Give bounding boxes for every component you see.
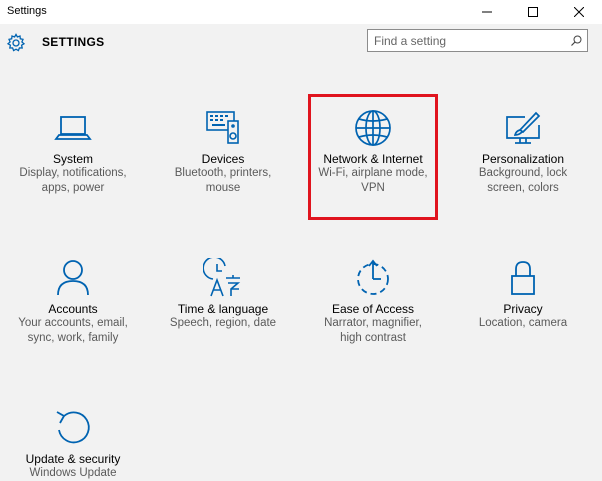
maximize-icon <box>528 7 538 17</box>
tile-label: Personalization <box>481 152 565 166</box>
close-button[interactable] <box>556 0 602 24</box>
tile-description: Speech, region, date <box>169 317 277 329</box>
tile-description: mouse <box>205 182 241 194</box>
tile-description: Windows Update <box>29 467 117 479</box>
tile-privacy[interactable]: Privacy Location, camera <box>450 258 596 331</box>
tile-accounts[interactable]: Accounts Your accounts, email, sync, wor… <box>0 258 146 346</box>
time-language-icon <box>203 258 241 297</box>
tile-description: sync, work, family <box>27 332 119 344</box>
tile-label: Devices <box>201 152 245 166</box>
tile-description: Location, camera <box>478 317 568 329</box>
tile-label: Privacy <box>503 302 543 316</box>
page-title: SETTINGS <box>42 35 105 49</box>
tile-description: apps, power <box>41 182 105 194</box>
minimize-button[interactable] <box>464 0 510 24</box>
maximize-button[interactable] <box>510 0 556 24</box>
laptop-icon <box>54 116 92 140</box>
window-title: Settings <box>7 5 47 17</box>
minimize-icon <box>482 11 492 13</box>
tile-description: Display, notifications, <box>19 167 127 179</box>
search-icon[interactable] <box>571 35 582 46</box>
person-icon <box>57 260 89 296</box>
title-bar: Settings <box>0 0 602 24</box>
tile-ease-of-access[interactable]: Ease of Access Narrator, magnifier, high… <box>300 258 446 346</box>
tile-description: high contrast <box>340 332 406 344</box>
tile-time-language[interactable]: Time & language Speech, region, date <box>150 258 296 331</box>
tile-description: Background, lock <box>478 167 568 179</box>
gear-icon <box>6 33 26 52</box>
highlight-box <box>308 94 438 220</box>
tile-description: Bluetooth, printers, <box>174 167 272 179</box>
tile-label: System <box>52 152 93 166</box>
tile-label: Accounts <box>48 302 98 316</box>
tile-description: Narrator, magnifier, <box>324 317 422 329</box>
lock-icon <box>511 261 535 295</box>
tile-update-security[interactable]: Update & security Windows Update <box>0 408 146 481</box>
tile-label: Ease of Access <box>331 302 415 316</box>
tile-devices[interactable]: Devices Bluetooth, printers, mouse <box>150 108 296 196</box>
close-icon <box>574 7 584 17</box>
search-box[interactable] <box>367 29 588 52</box>
tile-description: screen, colors <box>487 182 559 194</box>
tile-system[interactable]: System Display, notifications, apps, pow… <box>0 108 146 196</box>
search-input[interactable] <box>374 32 564 49</box>
devices-icon <box>206 111 239 144</box>
paint-icon <box>506 111 541 144</box>
ease-of-access-icon <box>357 259 389 295</box>
refresh-icon <box>56 411 90 444</box>
tile-label: Update & security <box>25 452 121 466</box>
tile-personalization[interactable]: Personalization Background, lock screen,… <box>450 108 596 196</box>
tile-description: Your accounts, email, <box>18 317 128 329</box>
tile-label: Time & language <box>177 302 269 316</box>
